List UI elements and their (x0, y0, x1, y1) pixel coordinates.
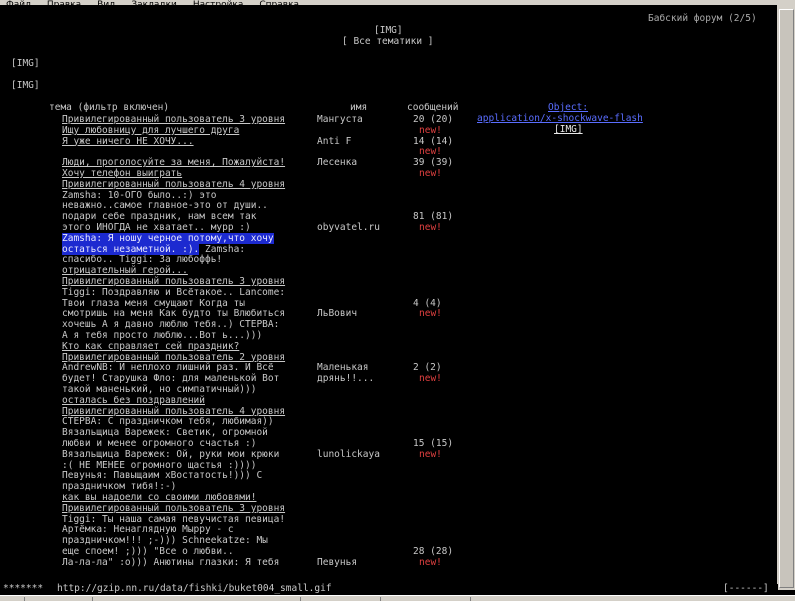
message-preview: такой маненький, но симпатичный))) (62, 384, 257, 395)
all-topics-link[interactable]: [ Все тематики ] (342, 36, 434, 48)
message-preview: любви и менее огромного счастья :) (62, 438, 257, 449)
message-preview: будет! Старушка Фло: для маленькой Вот (62, 373, 280, 385)
column-header-name: имя (350, 102, 368, 113)
new-badge: new! (419, 373, 442, 385)
topic-link[interactable]: Привилегированный пользователь 3 уровня (62, 114, 285, 125)
selected-text[interactable]: остаться незаметной. :). (62, 243, 200, 255)
author-name: Лесенка (317, 157, 358, 169)
topic-link[interactable]: Привилегированный пользователь 3 уровня (62, 503, 285, 514)
message-preview: Артёмка: Ненаглядную Мырру - с (62, 524, 234, 536)
message-preview: смотришь на меня Как будто ты Влюбиться (62, 308, 286, 320)
topic-link[interactable]: Хочу телефон выиграть (62, 168, 182, 179)
message-preview: спасибо.. Tiggi: За любоффь! (62, 254, 223, 266)
column-header-messages: сообщений (407, 102, 459, 113)
topic-link[interactable]: Кто как справляет сей праздник? (62, 341, 239, 352)
topic-link[interactable]: Привилегированный пользователь 4 уровня (62, 406, 285, 417)
new-badge: new! (419, 448, 442, 460)
menu-item[interactable]: Вид (97, 1, 115, 6)
new-badge: new! (419, 222, 442, 233)
list-item: Ла-ла-ла" :o))) Анютины глазки: Я тебя (62, 556, 280, 569)
status-progress: [------] (723, 583, 769, 594)
menu-item[interactable]: Файл (6, 1, 31, 6)
message-preview: подари себе праздник, нам всем так (62, 211, 257, 223)
author-name: lunolickaya (317, 448, 380, 460)
scrollbar[interactable] (777, 5, 795, 590)
message-preview: Zamsha: 10-ОГО было..:) это (62, 189, 217, 201)
selected-text[interactable]: Zamsha: Я ношу черное потому,что хочу (62, 232, 274, 244)
flash-image-link[interactable]: [IMG] (554, 124, 583, 136)
scrollbar-thumb[interactable] (779, 9, 794, 588)
topic-link[interactable]: как вы надоели со своими любовями! (62, 492, 256, 503)
terminal-screen: Бабский форум (2/5) [IMG] [ Все тематики… (3, 9, 775, 584)
taskbar (0, 595, 795, 601)
author-name: Певунья (317, 556, 358, 568)
topic-link[interactable]: Привилегированный пользователь 4 уровня (62, 179, 285, 190)
message-preview: Zamsha: (199, 243, 246, 255)
message-preview: Певунья: Павыщаим хВостатость!))) С (62, 470, 263, 482)
message-preview: А я тебя просто люблю...Вот ь...))) (62, 330, 263, 341)
new-badge: new! (419, 168, 442, 179)
status-url: http://gzip.nn.ru/data/fishki/buket004_s… (57, 583, 332, 594)
topic-link[interactable]: Я уже ничего НЕ ХОЧУ... (62, 136, 194, 147)
topic-link[interactable]: осталась без поздравлений (62, 395, 205, 406)
message-preview: СТЕРВА: С праздничком тебя, любимая)) (62, 416, 274, 428)
new-badge: new! (419, 124, 442, 136)
column-header-topic: тема (фильтр включен) (49, 102, 170, 113)
message-preview: праздничком тибя!:-) (62, 481, 177, 493)
topic-link[interactable]: отрицательный герой... (62, 265, 188, 276)
status-bar: ******* http://gzip.nn.ru/data/fishki/bu… (0, 583, 778, 595)
author-name: obyvatel.ru (317, 222, 380, 233)
message-preview: неважно..самое главное-это от души.. (62, 200, 268, 212)
menu-item[interactable]: Справка (259, 1, 299, 6)
page-title: Бабский форум (2/5) (648, 13, 757, 24)
message-preview: Вязальщица Варежек: Светик, огромной (62, 427, 268, 439)
menu-bar: Файл Правка Вид Закладки Настройка Справка (0, 0, 795, 5)
message-preview: AndrewNB: И неплохо лишний раз. И Всё (62, 362, 274, 374)
author-name: Anti F (317, 135, 352, 147)
message-preview: Tiggi: Ты наша самая певучистая певица! (62, 513, 286, 525)
message-preview: еще споем! ;))) "Все о любви.. (62, 546, 234, 557)
menu-item[interactable]: Настройка (193, 1, 244, 6)
message-preview: Ла-ла-ла" :o))) Анютины глазки: Я тебя (62, 556, 280, 568)
menu-item[interactable]: Правка (47, 1, 81, 6)
image-placeholder[interactable]: [IMG] (11, 58, 40, 70)
new-badge: new! (419, 308, 442, 320)
topic-link[interactable]: Привилегированный пользователь 2 уровня (62, 352, 285, 363)
author-name: ЛьВович (317, 308, 358, 320)
message-preview: этого ИНОГДА не хватает.. мурр :) (62, 222, 251, 233)
menu-item[interactable]: Закладки (131, 1, 177, 6)
topic-link[interactable]: Ищу любовницу для лучшего друга (62, 125, 239, 136)
status-prefix: ******* (3, 583, 44, 594)
list-item: Я уже ничего НЕ ХОЧУ... (62, 136, 194, 148)
message-preview: Tiggi: Поздравляю и Всётакое.. Lancome: (62, 286, 286, 298)
author-name: дрянь!!... (317, 373, 375, 385)
topic-link[interactable]: Привилегированный пользователь 3 уровня (62, 276, 285, 287)
message-preview: праздничком!!! ;-))) Schneekatze: Мы (62, 535, 268, 547)
message-preview: хочешь А я давно люблю тебя..) СТЕРВА: (62, 319, 280, 331)
message-preview: Вязальщица Варежек: Ой, руки мои крюки (62, 448, 280, 460)
topic-link[interactable]: Люди, проголосуйте за меня, Пожалуйста! (62, 157, 285, 168)
message-preview: :( НЕ МЕНЕЕ огромного щастья :)))) (62, 459, 257, 471)
author-name: Мангуста (317, 114, 363, 125)
new-badge: new! (419, 556, 442, 568)
message-preview: Твои глаза меня смущают Когда ты (62, 297, 246, 309)
image-placeholder[interactable]: [IMG] (11, 80, 40, 92)
